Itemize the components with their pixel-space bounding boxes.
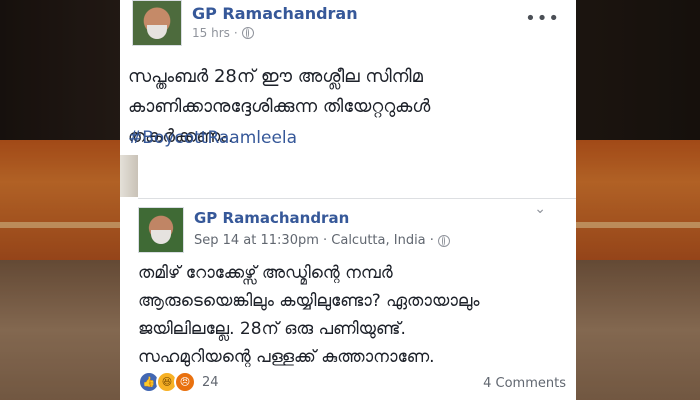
post-time[interactable]: 15 hrs (192, 26, 230, 40)
bg-right-shade (576, 0, 700, 400)
globe-icon (241, 27, 254, 39)
angry-reaction-icon: 😠 (174, 371, 196, 393)
more-icon[interactable]: ••• (525, 8, 560, 29)
shared-author-name[interactable]: GP Ramachandran (194, 209, 349, 227)
shared-post-card: GP Ramachandran Sep 14 at 11:30pm · Calc… (138, 198, 576, 400)
shared-author-avatar[interactable] (138, 207, 184, 253)
author-avatar[interactable] (132, 0, 182, 46)
shared-post-meta-text: Sep 14 at 11:30pm · Calcutta, India · (194, 233, 434, 248)
shared-post-meta: Sep 14 at 11:30pm · Calcutta, India · (194, 233, 450, 248)
bg-left-shade (0, 0, 128, 400)
avatar-beard (147, 25, 167, 39)
post-text-line: സപ്തംബർ 28ന് ഈ അശ്ലീല സിനിമ (128, 66, 423, 87)
shared-text-line: തമിഴ് റോക്കേഴ്സ് അഡ്മിന്റെ നമ്പർ (138, 263, 393, 283)
avatar-beard (151, 230, 171, 244)
shared-text-line: സഹമുറിയന്റെ പള്ളക്ക് കുത്താനാണേ. (138, 347, 435, 367)
shared-text-line: ജയിലിലല്ലേ. 28ന് ഒരു പണിയുണ്ട്. (138, 319, 406, 339)
post-text-line: കാണിക്കാനുദ്ദേശിക്കുന്ന തിയേറ്ററുകൾ (128, 96, 431, 117)
globe-icon (437, 234, 450, 247)
comments-link[interactable]: 4 Comments (483, 376, 566, 391)
author-name[interactable]: GP Ramachandran (192, 4, 358, 23)
reaction-count: 24 (202, 374, 219, 390)
image-strip (120, 155, 138, 197)
shared-post-text: തമിഴ് റോക്കേഴ്സ് അഡ്മിന്റെ നമ്പർ ആരുടെയെ… (138, 259, 558, 371)
reactions-bar[interactable]: 👍 😆 😠 24 (138, 371, 219, 393)
facebook-post: GP Ramachandran 15 hrs · ••• സപ്തംബർ 28ന… (120, 0, 576, 400)
chevron-down-icon[interactable]: ⌄ (534, 201, 546, 217)
shared-text-line: ആരുടെയെങ്കിലും കയ്യിലുണ്ടോ? ഏതായാലും (138, 291, 480, 311)
post-meta: 15 hrs · (192, 26, 254, 40)
hashtag-link[interactable]: #BoycottRaamleela (128, 128, 297, 148)
